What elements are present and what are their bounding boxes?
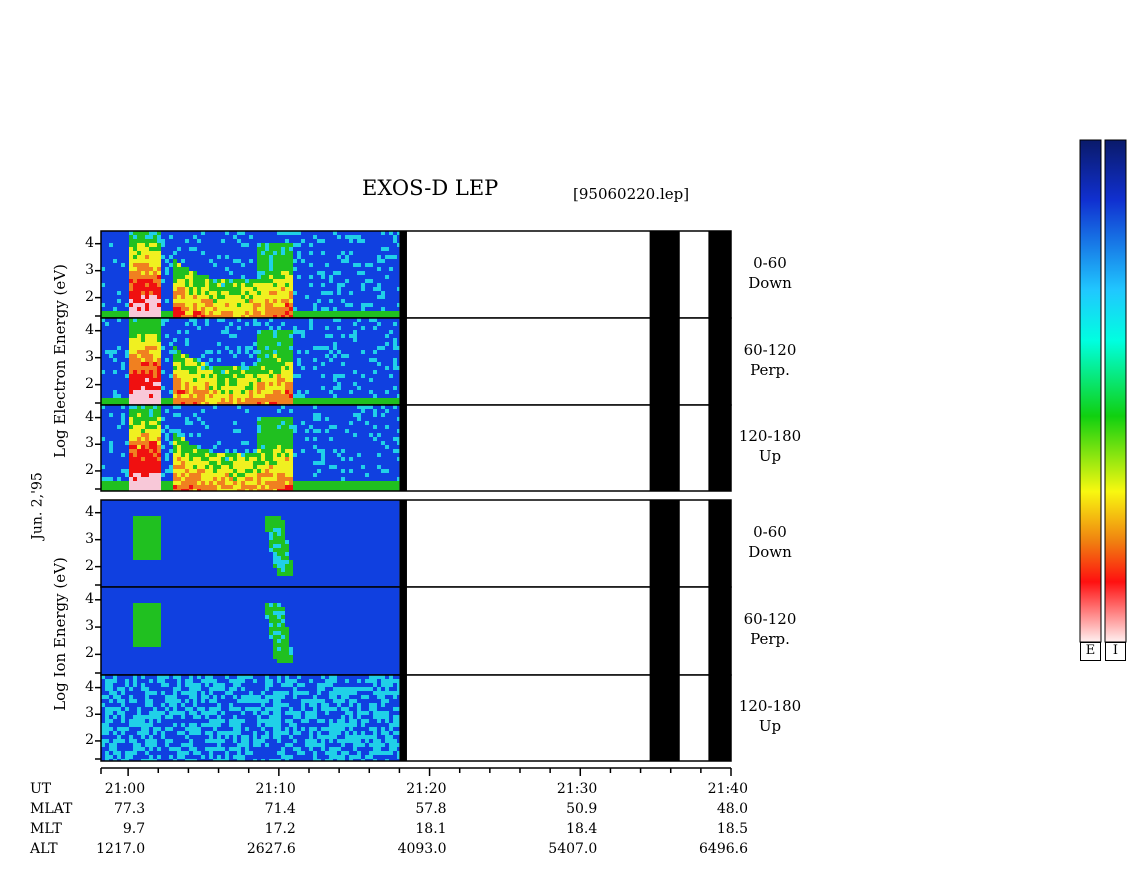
data-gap-band: [649, 405, 680, 491]
data-gap-band: [708, 500, 731, 587]
data-gap-band: [649, 318, 680, 405]
y-tick-label: 4: [85, 678, 94, 695]
footer-value-alt: 4093.0: [397, 841, 447, 857]
data-gap-band: [399, 318, 407, 405]
data-gap-band: [399, 231, 407, 318]
footer-value-ut: 21:00: [104, 781, 146, 797]
y-tick-label: 4: [85, 503, 94, 520]
data-gap-band: [399, 500, 407, 587]
footer-value-ut: 21:10: [255, 781, 296, 797]
footer-value-ut: 21:20: [406, 781, 447, 797]
data-gap-band: [649, 500, 680, 587]
footer-value-mlt: 18.5: [716, 821, 748, 837]
pitch-direction: Up: [758, 447, 782, 465]
y-tick-label: 4: [85, 408, 94, 425]
y-tick-label: 3: [85, 435, 94, 452]
y-tick-label: 2: [85, 461, 94, 478]
ion-energy-ylabel: Log Ion Energy (eV): [51, 557, 69, 711]
footer-row-label: MLT: [30, 821, 62, 837]
footer-value-mlat: 77.3: [113, 801, 146, 817]
y-tick-label: 2: [85, 288, 94, 305]
panel-2-spectrogram: [101, 318, 400, 405]
panel-5-spectrogram: [101, 587, 400, 675]
y-tick-label: 3: [85, 530, 94, 547]
footer-value-ut: 21:40: [707, 781, 748, 797]
pitch-range: 120-180: [738, 697, 802, 715]
panel-1-spectrogram: [101, 231, 400, 318]
y-tick-label: 4: [85, 321, 94, 338]
y-tick-label: 4: [85, 590, 94, 607]
footer-value-mlt: 17.2: [264, 821, 296, 837]
y-tick-label: 4: [85, 234, 94, 251]
data-gap-band: [399, 675, 407, 761]
footer-value-mlt: 18.4: [566, 821, 598, 837]
y-tick-label: 2: [85, 731, 94, 748]
data-gap-band: [399, 587, 407, 675]
footer-value-mlat: 48.0: [716, 801, 748, 817]
panel-pitch-label: 0-60 Down: [730, 522, 810, 562]
panel-pitch-label: 120-180 Up: [730, 696, 810, 736]
footer-value-alt: 5407.0: [548, 841, 598, 857]
footer-value-alt: 6496.6: [699, 841, 748, 857]
footer-value-mlt: 18.1: [415, 821, 447, 837]
pitch-range: 60-120: [743, 610, 797, 628]
pitch-range: 0-60: [753, 253, 787, 272]
y-tick-label: 2: [85, 645, 94, 662]
spectrogram-plot: [95, 139, 1127, 776]
panel-6-spectrogram: [101, 675, 400, 761]
data-gap-band: [649, 675, 680, 761]
y-tick-label: 3: [85, 348, 94, 365]
colorbar-ion: [1104, 139, 1127, 643]
y-tick-label: 2: [85, 375, 94, 392]
pitch-direction: Down: [748, 273, 792, 292]
data-gap-band: [708, 587, 731, 675]
y-tick-label: 3: [85, 705, 94, 722]
data-gap-band: [708, 405, 731, 491]
y-tick-label: 3: [85, 618, 94, 635]
pitch-range: 120-180: [738, 427, 802, 445]
panel-pitch-label: 60-120 Perp.: [730, 340, 810, 380]
colorbar-label-ion: I: [1105, 642, 1126, 661]
pitch-direction: Perp.: [750, 630, 790, 648]
pitch-direction: Up: [758, 717, 782, 735]
pitch-range: 0-60: [753, 522, 787, 541]
colorbar-label-electron: E: [1080, 642, 1101, 661]
electron-energy-ylabel: Log Electron Energy (eV): [51, 264, 69, 458]
pitch-range: 60-120: [743, 340, 797, 359]
pitch-direction: Perp.: [750, 360, 790, 379]
data-gap-band: [708, 318, 731, 405]
panel-pitch-label: 120-180 Up: [730, 426, 810, 466]
data-gap-band: [649, 231, 680, 318]
data-gap-band: [708, 231, 731, 318]
footer-value-alt: 1217.0: [96, 841, 146, 857]
y-tick-label: 3: [85, 261, 94, 278]
data-gap-band: [399, 405, 407, 491]
panel-pitch-label: 60-120 Perp.: [730, 609, 810, 649]
footer-value-mlt: 9.7: [122, 821, 146, 837]
footer-row-label: UT: [30, 781, 52, 797]
data-gap-band: [649, 587, 680, 675]
footer-value-mlat: 57.8: [415, 801, 447, 817]
footer-row-label: ALT: [30, 841, 58, 857]
y-tick-label: 2: [85, 557, 94, 574]
panel-3-spectrogram: [101, 405, 400, 491]
footer-value-mlat: 71.4: [264, 801, 296, 817]
footer-value-mlat: 50.9: [566, 801, 598, 817]
panel-4-spectrogram: [101, 500, 400, 587]
date-label: Jun. 2,'95: [29, 472, 46, 540]
data-gap-band: [708, 675, 731, 761]
footer-value-alt: 2627.6: [246, 841, 296, 857]
colorbar-electron: [1079, 139, 1102, 643]
footer-value-ut: 21:30: [556, 781, 598, 797]
pitch-direction: Down: [748, 542, 792, 561]
panel-pitch-label: 0-60 Down: [730, 253, 810, 293]
